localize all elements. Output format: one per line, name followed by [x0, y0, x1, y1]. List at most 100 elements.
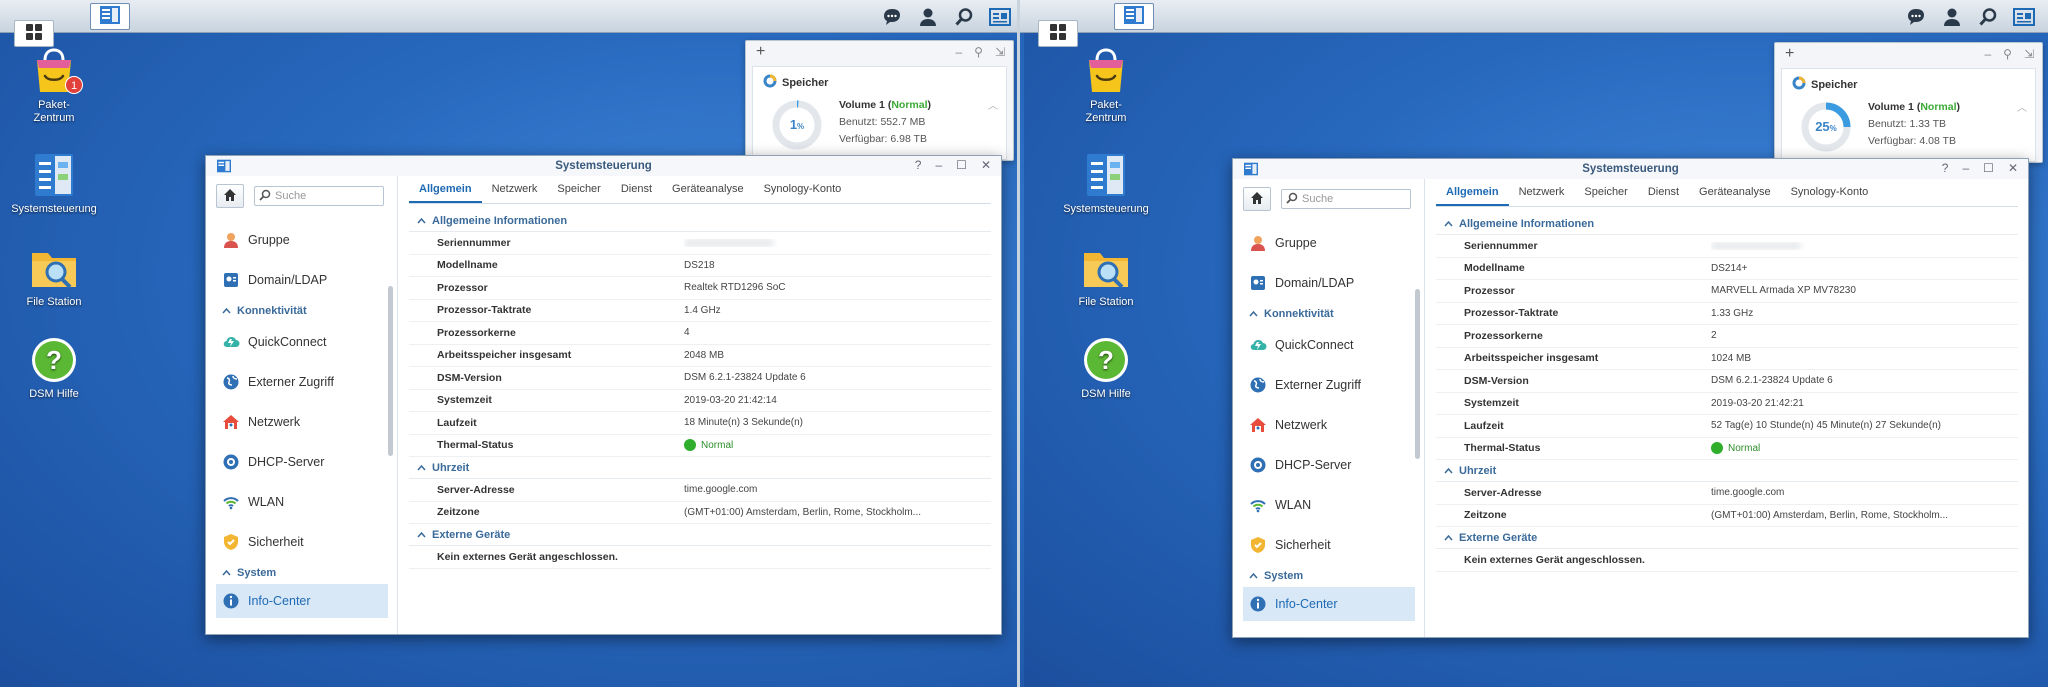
- sidebar-item[interactable]: QuickConnect: [216, 322, 388, 362]
- info-section-header[interactable]: Uhrzeit: [1436, 460, 2018, 482]
- info-section-header[interactable]: Externe Geräte: [1436, 527, 2018, 549]
- tab[interactable]: Speicher: [547, 183, 610, 203]
- info-section-header[interactable]: Externe Geräte: [409, 524, 991, 546]
- desktop-shortcut[interactable]: File Station: [4, 243, 104, 309]
- tab[interactable]: Allgemein: [409, 183, 482, 203]
- sidebar-item[interactable]: DHCP-Server: [1243, 445, 1415, 485]
- taskbar-app-control-panel[interactable]: [90, 3, 130, 30]
- nav-section[interactable]: System: [1243, 565, 1415, 587]
- help-icon[interactable]: ?: [915, 158, 922, 172]
- search-icon[interactable]: [1974, 3, 2002, 31]
- info-section-header[interactable]: Allgemeine Informationen: [1436, 213, 2018, 235]
- sidebar-item[interactable]: Gruppe: [216, 220, 388, 260]
- user-icon[interactable]: [914, 3, 942, 31]
- minimize-icon[interactable]: –: [935, 158, 942, 172]
- close-icon[interactable]: ✕: [2008, 161, 2018, 175]
- tab[interactable]: Synology-Konto: [754, 183, 852, 203]
- nav-section[interactable]: Konnektivität: [216, 300, 388, 322]
- widgets-icon[interactable]: [2010, 3, 2038, 31]
- search-input[interactable]: [1302, 193, 1402, 205]
- maximize-icon[interactable]: ☐: [956, 158, 967, 172]
- help-icon[interactable]: ?: [1942, 161, 1949, 175]
- nav-section[interactable]: Konnektivität: [1243, 303, 1415, 325]
- maximize-icon[interactable]: ☐: [1983, 161, 1994, 175]
- main-menu-button[interactable]: [14, 20, 54, 47]
- desktop-shortcut[interactable]: ? DSM Hilfe: [4, 335, 104, 401]
- sidebar-item[interactable]: Netzwerk: [1243, 405, 1415, 445]
- home-button[interactable]: [1243, 187, 1271, 211]
- search-field[interactable]: [254, 186, 384, 206]
- widget-body: Speicher 1% Volume 1 (Normal) Benutzt: 552.…: [752, 66, 1007, 160]
- widget-title: Speicher: [1792, 76, 1857, 93]
- info-section-title: Allgemeine Informationen: [432, 214, 568, 227]
- sidebar-item[interactable]: Sicherheit: [1243, 525, 1415, 565]
- pin-icon[interactable]: ⚲: [2003, 47, 2012, 61]
- sidebar-item[interactable]: Gruppe: [1243, 223, 1415, 263]
- sidebar-item[interactable]: Sicherheit: [216, 522, 388, 562]
- window-titlebar[interactable]: Systemsteuerung? – ☐ ✕: [1233, 159, 2028, 179]
- widgets-icon[interactable]: [986, 3, 1014, 31]
- sidebar-item[interactable]: Domain/LDAP: [1243, 263, 1415, 303]
- close-icon[interactable]: ✕: [981, 158, 991, 172]
- search-icon[interactable]: [950, 3, 978, 31]
- desktop-shortcut[interactable]: ? DSM Hilfe: [1056, 335, 1156, 401]
- info-section-header[interactable]: Uhrzeit: [409, 457, 991, 479]
- chat-icon[interactable]: [1902, 3, 1930, 31]
- desktop-shortcut[interactable]: File Station: [1056, 243, 1156, 309]
- tab[interactable]: Allgemein: [1436, 186, 1509, 206]
- tab[interactable]: Dienst: [1638, 186, 1689, 206]
- user-icon[interactable]: [1938, 3, 1966, 31]
- minimize-icon[interactable]: –: [1962, 161, 1969, 175]
- sidebar-item[interactable]: Info-Center: [1243, 587, 1415, 621]
- chat-icon[interactable]: [878, 3, 906, 31]
- sidebar-item[interactable]: WLAN: [216, 482, 388, 522]
- info-value-text: DS214+: [1711, 262, 1748, 274]
- info-value: DSM 6.2.1-23824 Update 6: [1711, 375, 1991, 386]
- nav-section-label: System: [237, 567, 277, 579]
- collapse-icon[interactable]: ︿: [988, 97, 998, 112]
- home-button[interactable]: [216, 184, 244, 208]
- tab[interactable]: Geräteanalyse: [662, 183, 754, 203]
- tab[interactable]: Speicher: [1574, 186, 1637, 206]
- network-icon: [222, 413, 240, 431]
- window-titlebar[interactable]: Systemsteuerung? – ☐ ✕: [206, 156, 1001, 176]
- desktop-shortcut[interactable]: Systemsteuerung: [4, 150, 104, 216]
- sidebar-item[interactable]: QuickConnect: [1243, 325, 1415, 365]
- sidebar-item[interactable]: WLAN: [1243, 485, 1415, 525]
- main-menu-button[interactable]: [1038, 20, 1078, 47]
- volume-info: Volume 1 (Normal) Benutzt: 1.33 TB Verfügb…: [1868, 99, 1960, 150]
- tab[interactable]: Dienst: [611, 183, 662, 203]
- tab[interactable]: Geräteanalyse: [1689, 186, 1781, 206]
- search-input[interactable]: [275, 190, 375, 202]
- volume-free: Verfügbar: 4.08 TB: [1868, 135, 1956, 147]
- sidebar-item[interactable]: Info-Center: [216, 584, 388, 618]
- menu-icon[interactable]: ⇲: [995, 45, 1005, 59]
- group-icon: [1249, 234, 1267, 252]
- minimize-icon[interactable]: –: [1984, 47, 1991, 61]
- info-key: Server-Adresse: [437, 483, 515, 496]
- add-widget-button[interactable]: +: [1785, 45, 1794, 63]
- sidebar-item[interactable]: Externer Zugriff: [216, 362, 388, 402]
- sidebar-scrollbar[interactable]: [388, 286, 393, 456]
- tab[interactable]: Synology-Konto: [1781, 186, 1879, 206]
- chevron-up-icon: [222, 567, 231, 579]
- search-field[interactable]: [1281, 189, 1411, 209]
- sidebar-item[interactable]: Externer Zugriff: [1243, 365, 1415, 405]
- menu-icon[interactable]: ⇲: [2024, 47, 2034, 61]
- sidebar-item[interactable]: Domain/LDAP: [216, 260, 388, 300]
- collapse-icon[interactable]: ︿: [2017, 99, 2027, 114]
- tab[interactable]: Netzwerk: [1509, 186, 1575, 206]
- nav-section[interactable]: System: [216, 562, 388, 584]
- sidebar-item[interactable]: DHCP-Server: [216, 442, 388, 482]
- taskbar-app-control-panel[interactable]: [1114, 3, 1154, 30]
- add-widget-button[interactable]: +: [756, 43, 765, 61]
- desktop-shortcut[interactable]: Paket- Zentrum: [1056, 46, 1156, 125]
- sidebar-scrollbar[interactable]: [1415, 289, 1420, 459]
- info-section-header[interactable]: Allgemeine Informationen: [409, 210, 991, 232]
- minimize-icon[interactable]: –: [955, 45, 962, 59]
- tab[interactable]: Netzwerk: [482, 183, 548, 203]
- desktop-shortcut[interactable]: 1 Paket- Zentrum: [4, 46, 104, 125]
- sidebar-item[interactable]: Netzwerk: [216, 402, 388, 442]
- desktop-shortcut[interactable]: Systemsteuerung: [1056, 150, 1156, 216]
- pin-icon[interactable]: ⚲: [974, 45, 983, 59]
